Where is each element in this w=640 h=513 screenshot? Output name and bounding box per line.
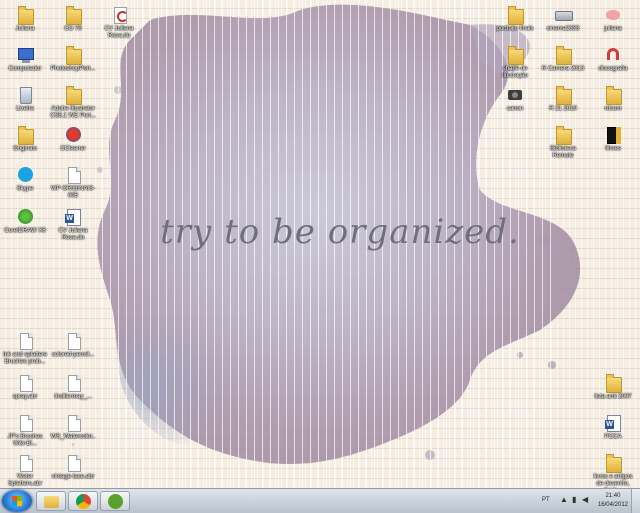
desktop-icon-canon[interactable]: canon <box>492 86 538 113</box>
desktop-icon-lixeira[interactable]: Lixeira <box>2 86 48 113</box>
folder-icon <box>554 126 572 145</box>
chrome-icon <box>76 494 91 509</box>
word-doc-icon <box>64 208 82 226</box>
network-icon[interactable]: ▮ <box>572 495 576 504</box>
utorrent-icon <box>108 494 123 509</box>
start-button[interactable] <box>2 490 32 512</box>
user-folder-icon <box>16 6 34 25</box>
desktop-icon-r-camera[interactable]: R Camera 2013 <box>540 46 586 73</box>
folder-icon <box>44 496 59 508</box>
folder-icon <box>506 6 524 25</box>
tray-up-arrow-icon[interactable]: ▲ <box>560 495 568 504</box>
skype-icon <box>16 166 34 184</box>
taskbar-utorrent-button[interactable] <box>100 491 130 511</box>
clock-time: 21:40 <box>605 493 621 499</box>
clock-date: 16/04/2012 <box>597 502 628 508</box>
file-icon <box>64 454 82 472</box>
desktop-icon-jp-brushes[interactable]: JP's Brushes Wiki-Bl... <box>2 414 48 448</box>
folder-icon <box>16 126 34 145</box>
headphones-icon <box>604 46 622 64</box>
folder-icon <box>604 374 622 393</box>
wallpaper-tagline: try to be organized. <box>160 212 520 252</box>
file-icon <box>16 454 34 472</box>
desktop-icon-cv-juliana-doc[interactable]: CV Juliana Rosa.do <box>50 208 96 242</box>
word-doc-icon <box>604 414 622 432</box>
piggy-icon <box>604 6 622 24</box>
desktop-icon-skype[interactable]: Skype <box>2 166 48 193</box>
ccleaner-icon <box>64 126 82 144</box>
folder-icon <box>604 86 622 105</box>
drive-icon <box>554 6 573 24</box>
folder-icon <box>64 86 82 105</box>
desktop-icon-spray[interactable]: spray.abr <box>2 374 48 401</box>
camera-icon <box>506 86 524 104</box>
folder-icon <box>554 86 572 105</box>
desktop-icon-photoshop-port[interactable]: PhotoshopPort... <box>50 46 96 73</box>
file-icon <box>16 374 34 392</box>
taskbar-explorer-button[interactable] <box>36 491 66 511</box>
coreldraw-icon <box>16 208 34 226</box>
recycle-bin-icon <box>16 86 34 104</box>
desktop-icon-ws-watercolor[interactable]: WS_Watercolor... <box>50 414 96 448</box>
desktop-icon-discografia[interactable]: discografia <box>590 46 636 73</box>
show-desktop-button[interactable] <box>631 489 640 513</box>
desktop[interactable]: try to be organized. Juliana Computador … <box>0 0 640 488</box>
file-icon <box>16 414 34 432</box>
desktop-icon-originais[interactable]: Originais <box>2 126 48 153</box>
file-icon <box>64 166 82 184</box>
desktop-icon-tholliermay[interactable]: tholliermay_... <box>50 374 96 401</box>
folder-icon <box>604 454 622 473</box>
desktop-icon-juliana[interactable]: Juliana <box>2 6 48 33</box>
desktop-icon-filmes[interactable]: filmes <box>590 126 636 153</box>
desktop-icon-ink-splatters[interactable]: Ink and splatters Brushes prob... <box>2 332 48 366</box>
desktop-icon-coreldraw[interactable]: CorelDRAW X6 <box>2 208 48 235</box>
language-indicator[interactable]: PT <box>542 497 550 503</box>
desktop-icon-illustrator-port[interactable]: Adobe Illustrator CS5.1 WE Port... <box>50 86 96 120</box>
system-tray: PT ▲ ▮ ◀ 21:40 16/04/2012 <box>530 489 640 513</box>
file-icon <box>16 332 34 350</box>
taskbar: PT ▲ ▮ ◀ 21:40 16/04/2012 <box>0 488 640 513</box>
folder-icon <box>64 46 82 65</box>
desktop-icon-wp-originais[interactable]: WP ORIGINAIS-005 <box>50 166 96 200</box>
desktop-icon-juliana-piggy[interactable]: juliana <box>590 6 636 33</box>
folder-icon <box>506 46 524 65</box>
folder-icon <box>554 46 572 65</box>
folder-icon <box>64 6 82 25</box>
desktop-icon-rdsom[interactable]: rdsom <box>590 86 636 113</box>
black-folder-icon <box>604 126 622 144</box>
desktop-icon-water-splatters[interactable]: Water Splatters.abr <box>2 454 48 488</box>
desktop-icon-lista-anti[interactable]: lista anti 2007 <box>590 374 636 401</box>
taskbar-chrome-button[interactable] <box>68 491 98 511</box>
desktop-icon-livros-artigos[interactable]: livros e artigos de desenho, Ilustr... <box>590 454 636 488</box>
volume-icon[interactable]: ◀ <box>582 495 588 504</box>
computer-icon <box>16 46 34 64</box>
desktop-icon-biblioteca-remote[interactable]: Biblioteca Remote <box>540 126 586 160</box>
file-icon <box>64 374 82 392</box>
desktop-icon-poca[interactable]: POCA <box>590 414 636 441</box>
file-icon <box>64 414 82 432</box>
desktop-icon-r21[interactable]: R 21 2010 <box>540 86 586 113</box>
desktop-icon-portfolio-finals[interactable]: portfolio finals <box>492 6 538 33</box>
desktop-icon-cv-juliana-pdf[interactable]: CV Juliana Rosa.do <box>96 6 142 40</box>
clock[interactable]: 21:40 16/04/2012 <box>598 492 628 510</box>
desktop-icon-cinema[interactable]: cinema2333 <box>540 6 586 33</box>
desktop-icon-computador[interactable]: Computador <box>2 46 48 73</box>
file-icon <box>64 332 82 350</box>
desktop-icon-ccleaner[interactable]: CCleaner <box>50 126 96 153</box>
desktop-icon-colored-pencil[interactable]: colored-pencil... <box>50 332 96 359</box>
desktop-icon-shape-ilustracao[interactable]: shape de ilustração <box>492 46 538 80</box>
desktop-icon-co70[interactable]: CO 70 <box>50 6 96 33</box>
desktop-icon-vintage-lace[interactable]: vintage-lace.abr <box>50 454 96 481</box>
pdf-icon <box>110 6 128 24</box>
